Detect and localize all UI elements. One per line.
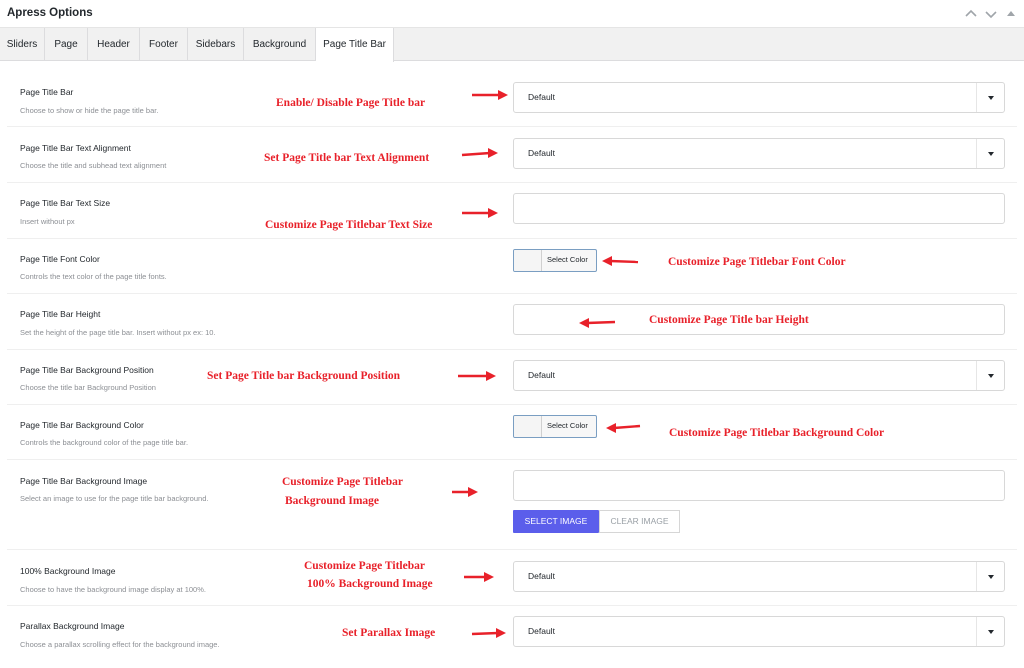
divider [7, 605, 1017, 606]
panel-header: Apress Options [0, 0, 1024, 28]
parallax-label: Parallax Background Image [20, 621, 125, 631]
text-alignment-select[interactable]: Default [513, 138, 1005, 169]
bg-color-label: Page Title Bar Background Color [20, 420, 144, 430]
text-alignment-desc: Choose the title and subhead text alignm… [20, 161, 167, 170]
arrow-left-icon [600, 255, 640, 267]
annotation-bg-image-line2: Background Image [285, 495, 380, 507]
bg-color-desc: Controls the background color of the pag… [20, 438, 189, 447]
divider [7, 459, 1017, 460]
divider [7, 126, 1017, 127]
height-label: Page Title Bar Height [20, 309, 101, 319]
bg-color-picker-button[interactable]: Select Color [513, 415, 597, 438]
arrow-right-icon [470, 628, 510, 640]
tab-page[interactable]: Page [45, 28, 88, 61]
text-alignment-select-value: Default [528, 148, 555, 158]
height-desc: Set the height of the page title bar. In… [20, 328, 216, 337]
arrow-right-icon [456, 370, 496, 382]
select-color-label: Select Color [547, 255, 588, 264]
bg-image-desc: Select an image to use for the page titl… [20, 494, 209, 503]
bg-position-desc: Choose the title bar Background Position [20, 383, 156, 392]
annotation-title-bar: Enable/ Disable Page Title bar [276, 97, 426, 109]
arrow-right-icon [460, 148, 500, 160]
dropdown-arrow-icon[interactable] [976, 139, 1004, 168]
text-size-desc: Insert without px [20, 217, 75, 226]
bg-position-label: Page Title Bar Background Position [20, 365, 154, 375]
parallax-select[interactable]: Default [513, 616, 1005, 647]
parallax-desc: Choose a parallax scrolling effect for t… [20, 640, 220, 649]
divider [7, 238, 1017, 239]
annotation-font-color: Customize Page Titlebar Font Color [668, 256, 846, 268]
text-size-label: Page Title Bar Text Size [20, 198, 111, 208]
annotation-text-size: Customize Page Titlebar Text Size [265, 219, 433, 231]
divider [7, 349, 1017, 350]
annotation-bg-image-line1: Customize Page Titlebar [282, 476, 403, 488]
tab-sidebars[interactable]: Sidebars [188, 28, 244, 61]
select-color-label: Select Color [547, 421, 588, 430]
font-color-desc: Controls the text color of the page titl… [20, 272, 167, 281]
arrow-right-icon [470, 89, 510, 101]
font-color-label: Page Title Font Color [20, 254, 100, 264]
clear-image-button[interactable]: CLEAR IMAGE [599, 510, 680, 533]
arrow-right-icon [460, 207, 500, 219]
dropdown-arrow-icon[interactable] [976, 361, 1004, 390]
annotation-text-alignment: Set Page Title bar Text Alignment [264, 152, 430, 164]
title-bar-desc: Choose to show or hide the page title ba… [20, 106, 159, 115]
divider [7, 549, 1017, 550]
dropdown-arrow-icon[interactable] [976, 83, 1004, 112]
divider [7, 293, 1017, 294]
dropdown-arrow-icon[interactable] [976, 617, 1004, 646]
text-size-input[interactable] [513, 193, 1005, 224]
font-color-picker-button[interactable]: Select Color [513, 249, 597, 272]
annotation-height: Customize Page Title bar Height [649, 314, 809, 326]
select-image-button[interactable]: SELECT IMAGE [513, 510, 599, 533]
arrow-right-icon [462, 571, 502, 583]
annotation-parallax: Set Parallax Image [342, 627, 436, 639]
annotation-bg-color: Customize Page Titlebar Background Color [669, 427, 885, 439]
annotation-full-bg-line2: 100% Background Image [307, 578, 433, 590]
tab-footer[interactable]: Footer [140, 28, 188, 61]
tab-bar: Sliders Page Header Footer Sidebars Back… [0, 28, 1024, 62]
full-bg-select-value: Default [528, 571, 555, 581]
tab-sliders[interactable]: Sliders [0, 28, 45, 61]
full-bg-label: 100% Background Image [20, 566, 116, 576]
color-swatch [514, 416, 542, 437]
bg-image-url-input[interactable] [513, 470, 1005, 501]
caret-up-icon[interactable] [1003, 6, 1019, 22]
arrow-right-icon [450, 486, 490, 498]
chevron-down-icon[interactable] [983, 6, 999, 22]
bg-position-select[interactable]: Default [513, 360, 1005, 391]
divider [7, 404, 1017, 405]
title-bar-label: Page Title Bar [20, 87, 74, 97]
tab-background[interactable]: Background [244, 28, 316, 61]
dropdown-arrow-icon[interactable] [976, 562, 1004, 591]
panel-title: Apress Options [7, 7, 93, 19]
annotation-bg-position: Set Page Title bar Background Position [207, 370, 401, 382]
annotation-full-bg-line1: Customize Page Titlebar [304, 560, 425, 572]
title-bar-select-value: Default [528, 92, 555, 102]
title-bar-select[interactable]: Default [513, 82, 1005, 113]
tab-page-title-bar[interactable]: Page Title Bar [316, 28, 394, 62]
divider [7, 182, 1017, 183]
parallax-select-value: Default [528, 626, 555, 636]
color-swatch [514, 250, 542, 271]
arrow-left-icon [604, 422, 644, 434]
full-bg-desc: Choose to have the background image disp… [20, 585, 206, 594]
bg-position-select-value: Default [528, 370, 555, 380]
tab-header[interactable]: Header [88, 28, 140, 61]
chevron-up-icon[interactable] [963, 6, 979, 22]
arrow-left-icon [577, 317, 617, 329]
full-bg-select[interactable]: Default [513, 561, 1005, 592]
bg-image-label: Page Title Bar Background Image [20, 476, 148, 486]
text-alignment-label: Page Title Bar Text Alignment [20, 143, 131, 153]
